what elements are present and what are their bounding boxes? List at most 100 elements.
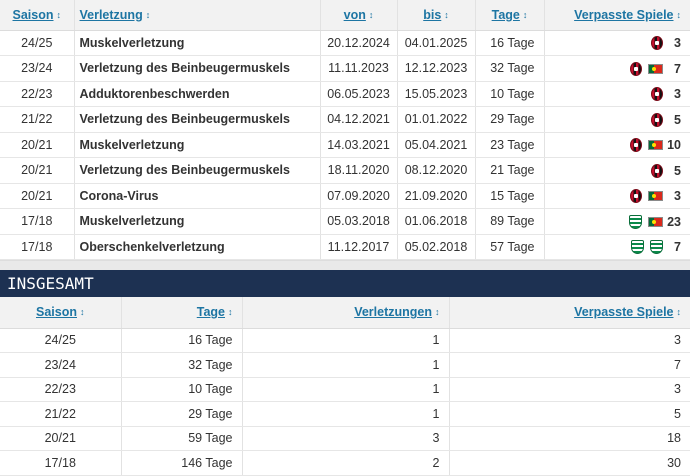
injury-season: 17/18 xyxy=(0,234,75,260)
injury-from-date: 05.03.2018 xyxy=(320,208,398,235)
injury-season: 20/21 xyxy=(0,183,75,209)
totals-row: 17/18 146 Tage 2 30 xyxy=(0,450,690,476)
injury-season: 22/23 xyxy=(0,81,75,107)
injury-days: 57 Tage xyxy=(475,234,545,260)
totals-sort-header-season[interactable]: Saison ↕ xyxy=(0,297,122,329)
portugal-flag-icon[interactable] xyxy=(648,191,663,202)
sort-header-season[interactable]: Saison ↕ xyxy=(0,0,75,31)
sort-arrows-icon: ↕ xyxy=(368,9,374,20)
missed-games-count: 5 xyxy=(674,163,681,178)
ac-milan-crest-icon[interactable] xyxy=(651,87,663,102)
portugal-flag-icon[interactable] xyxy=(648,63,663,74)
sort-header-until[interactable]: bis ↕ xyxy=(397,0,476,31)
sort-header-injury[interactable]: Verletzung ↕ xyxy=(74,0,321,31)
injury-days: 10 Tage xyxy=(475,81,545,107)
totals-table: Saison ↕ Tage ↕ Verletzungen ↕ Verpasste Sp… xyxy=(0,297,690,476)
club-badges xyxy=(629,214,663,229)
injury-until-date: 04.01.2025 xyxy=(397,30,476,56)
club-badges xyxy=(651,36,663,51)
injury-type: Oberschenkelverletzung xyxy=(74,234,321,260)
totals-injury-count: 1 xyxy=(242,377,450,402)
injury-season: 20/21 xyxy=(0,157,75,184)
ac-milan-crest-icon[interactable] xyxy=(651,112,663,127)
injury-season: 23/24 xyxy=(0,55,75,82)
injury-row: 20/21 Muskelverletzung 14.03.2021 05.04.202… xyxy=(0,132,690,158)
injury-from-date: 04.12.2021 xyxy=(320,106,398,133)
injury-row: 22/23 Adduktorenbeschwerden 06.05.2023 15.0… xyxy=(0,81,690,107)
totals-days: 29 Tage xyxy=(121,401,243,427)
totals-missed-games: 3 xyxy=(449,377,690,402)
totals-missed-games: 18 xyxy=(449,426,690,451)
totals-season: 23/24 xyxy=(0,352,122,378)
totals-season: 22/23 xyxy=(0,377,122,402)
portugal-flag-icon[interactable] xyxy=(648,216,663,227)
ac-milan-crest-icon[interactable] xyxy=(651,36,663,51)
injury-type: Corona-Virus xyxy=(74,183,321,209)
injury-from-date: 07.09.2020 xyxy=(320,183,398,209)
ac-milan-crest-icon[interactable] xyxy=(630,138,642,153)
injury-row: 17/18 Muskelverletzung 05.03.2018 01.06.201… xyxy=(0,208,690,235)
portugal-flag-icon[interactable] xyxy=(648,140,663,151)
injury-row: 24/25 Muskelverletzung 20.12.2024 04.01.202… xyxy=(0,30,690,56)
injury-type: Verletzung des Beinbeugermuskels xyxy=(74,157,321,184)
totals-row: 23/24 32 Tage 1 7 xyxy=(0,352,690,378)
sporting-crest-icon[interactable] xyxy=(631,240,644,255)
injury-type: Muskelverletzung xyxy=(74,208,321,235)
injury-row: 20/21 Verletzung des Beinbeugermuskels 18.… xyxy=(0,157,690,184)
ac-milan-crest-icon[interactable] xyxy=(630,61,642,76)
sporting-crest-icon[interactable] xyxy=(629,214,642,229)
totals-sort-header-days[interactable]: Tage ↕ xyxy=(121,297,243,329)
totals-injury-count: 1 xyxy=(242,328,450,353)
totals-missed-games: 5 xyxy=(449,401,690,427)
injury-missed-games: 3 xyxy=(544,81,690,107)
injury-missed-games: 10 xyxy=(544,132,690,158)
ac-milan-crest-icon[interactable] xyxy=(630,189,642,204)
missed-games-count: 5 xyxy=(674,112,681,127)
injury-from-date: 14.03.2021 xyxy=(320,132,398,158)
missed-games-count: 3 xyxy=(674,87,681,102)
injury-row: 17/18 Oberschenkelverletzung 11.12.2017 05.… xyxy=(0,234,690,260)
totals-season: 21/22 xyxy=(0,401,122,427)
totals-days: 32 Tage xyxy=(121,352,243,378)
injury-missed-games: 5 xyxy=(544,106,690,133)
injury-from-date: 06.05.2023 xyxy=(320,81,398,107)
injury-missed-games: 3 xyxy=(544,183,690,209)
injury-table-header: Saison ↕ Verletzung ↕ von ↕ bis ↕ Tage ↕ Verp… xyxy=(0,0,690,31)
sort-arrows-icon: ↕ xyxy=(80,307,85,318)
ac-milan-crest-icon[interactable] xyxy=(651,163,663,178)
missed-games-count: 7 xyxy=(674,61,681,76)
club-badges xyxy=(630,189,663,204)
injury-season: 17/18 xyxy=(0,208,75,235)
injury-until-date: 12.12.2023 xyxy=(397,55,476,82)
sort-arrows-icon: ↕ xyxy=(435,307,440,318)
totals-sort-header-missed-games[interactable]: Verpasste Spiele ↕ xyxy=(449,297,690,329)
sort-header-missed-games[interactable]: Verpasste Spiele ↕ xyxy=(544,0,690,31)
missed-games-count: 23 xyxy=(667,214,681,229)
injury-days: 16 Tage xyxy=(475,30,545,56)
sort-arrows-icon: ↕ xyxy=(444,9,449,20)
club-badges xyxy=(651,163,663,178)
injury-season: 20/21 xyxy=(0,132,75,158)
sort-header-from[interactable]: von ↕ xyxy=(320,0,398,31)
injury-until-date: 21.09.2020 xyxy=(397,183,476,209)
injury-type: Adduktorenbeschwerden xyxy=(74,81,321,107)
injury-row: 23/24 Verletzung des Beinbeugermuskels 11.… xyxy=(0,55,690,82)
injury-until-date: 01.01.2022 xyxy=(397,106,476,133)
totals-season: 20/21 xyxy=(0,426,122,451)
totals-row: 24/25 16 Tage 1 3 xyxy=(0,328,690,353)
injury-from-date: 18.11.2020 xyxy=(320,157,398,184)
club-badges xyxy=(651,112,663,127)
injury-missed-games: 5 xyxy=(544,157,690,184)
injury-type: Muskelverletzung xyxy=(74,30,321,56)
sort-header-days[interactable]: Tage ↕ xyxy=(475,0,545,31)
injury-days: 89 Tage xyxy=(475,208,545,235)
sort-arrows-icon: ↕ xyxy=(676,9,682,20)
totals-sort-header-injuries[interactable]: Verletzungen ↕ xyxy=(242,297,450,329)
totals-injury-count: 1 xyxy=(242,401,450,427)
injury-from-date: 11.12.2017 xyxy=(320,234,398,260)
totals-row: 20/21 59 Tage 3 18 xyxy=(0,426,690,451)
sort-arrows-icon: ↕ xyxy=(145,9,151,20)
injury-missed-games: 7 xyxy=(544,55,690,82)
sporting-crest-icon[interactable] xyxy=(650,240,663,255)
injury-missed-games: 7 xyxy=(544,234,690,260)
